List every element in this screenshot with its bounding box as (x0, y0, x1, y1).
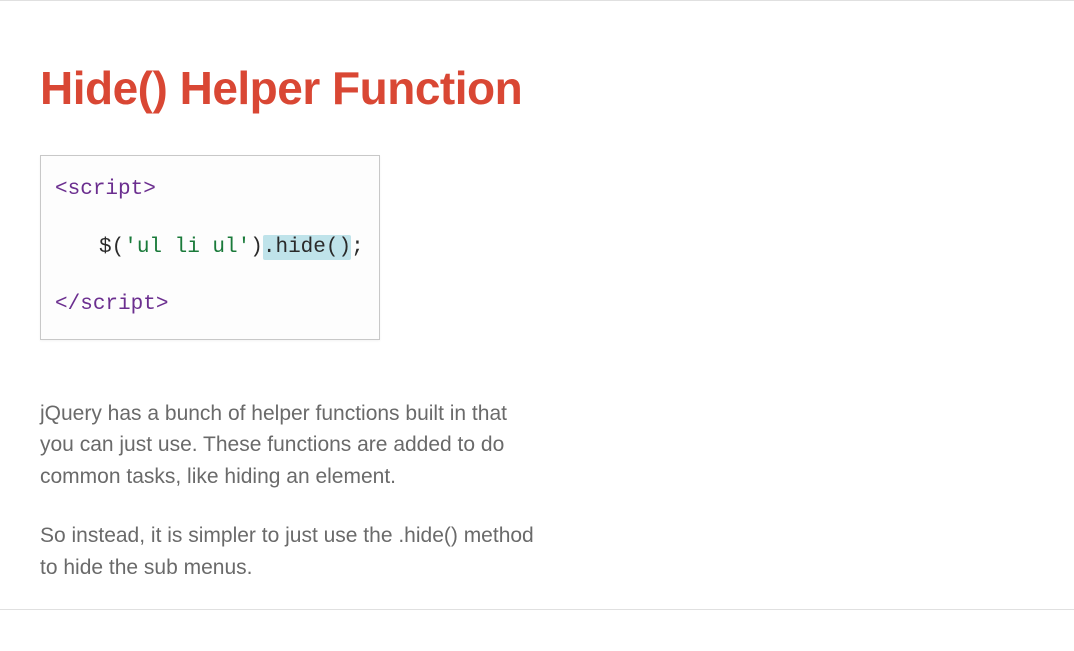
code-line-close-tag: </script> (55, 289, 365, 321)
slide-content: Hide() Helper Function <script> $('ul li… (0, 1, 1074, 651)
code-jq-dollar: $ (99, 236, 112, 259)
slide-title: Hide() Helper Function (40, 61, 1034, 115)
code-tag-close-lt: < (55, 293, 68, 316)
code-snippet-box: <script> $('ul li ul').hide(); </script> (40, 155, 380, 340)
code-jq-method: .hide() (263, 236, 351, 259)
code-highlighted-method: .hide() (263, 235, 351, 260)
code-tag-close-name: script (80, 293, 156, 316)
code-jq-selector: 'ul li ul' (124, 236, 250, 259)
code-tag-close-slash: / (68, 293, 81, 316)
code-tag-open-lt: < (55, 178, 68, 201)
code-line-open-tag: <script> (55, 174, 365, 206)
code-blank-line (55, 206, 365, 232)
code-jq-open-paren: ( (112, 236, 125, 259)
code-tag-open-name: script (68, 178, 144, 201)
code-line-jquery: $('ul li ul').hide(); (55, 232, 365, 264)
paragraph-2: So instead, it is simpler to just use th… (40, 520, 540, 583)
code-blank-line-2 (55, 263, 365, 289)
paragraph-1: jQuery has a bunch of helper functions b… (40, 398, 540, 493)
code-jq-semicolon: ; (351, 236, 364, 259)
code-tag-close-gt: > (156, 293, 169, 316)
code-jq-close-paren: ) (250, 236, 263, 259)
code-tag-open-gt: > (143, 178, 156, 201)
